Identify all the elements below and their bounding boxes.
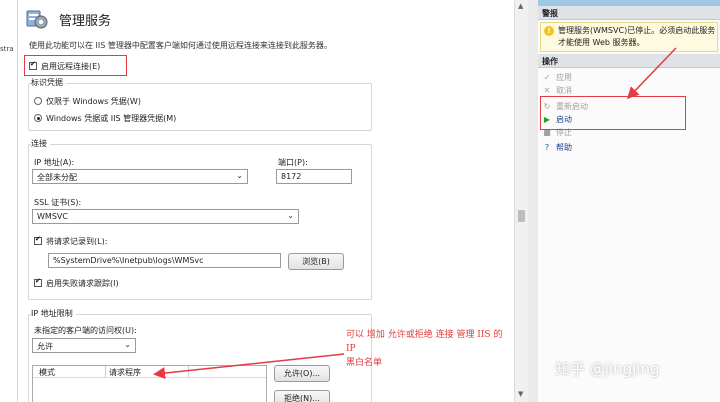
arrow-to-start — [626, 47, 677, 100]
annotation-arrows — [153, 47, 677, 380]
watermark: 知乎 @jingjing — [555, 360, 660, 378]
arrow-to-list — [153, 353, 345, 380]
